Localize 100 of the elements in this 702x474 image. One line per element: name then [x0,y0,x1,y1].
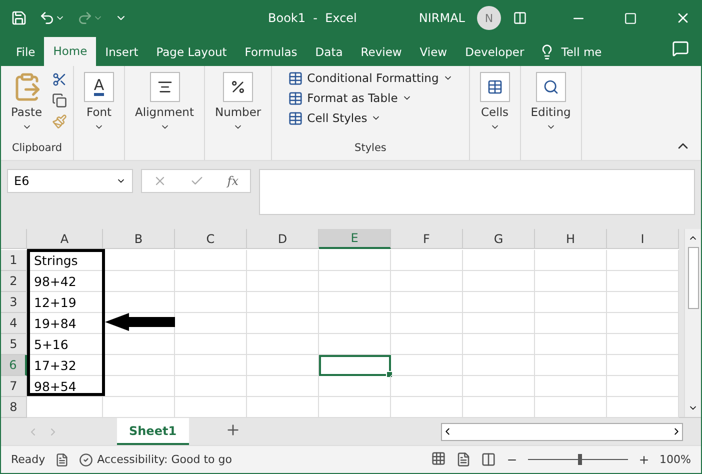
table-cell [247,292,319,314]
table-cell [463,355,535,376]
table-cell [535,334,607,356]
table-cell [391,334,463,356]
undo-icon[interactable] [39,10,65,26]
save-icon[interactable] [11,10,27,26]
group-label: Clipboard [10,142,64,156]
comments-icon[interactable] [672,40,689,58]
column-header[interactable]: E [319,229,391,250]
table-cell [247,313,319,334]
scrollbar-thumb[interactable] [688,247,698,310]
table-icon [288,70,304,86]
table-cell [103,355,175,376]
table-cell [175,313,247,334]
ribbon-group-button[interactable]: Cells [476,70,514,134]
tell-me-field[interactable]: Tell me [561,44,602,59]
normal-view-icon[interactable] [430,450,446,466]
ribbon-tab[interactable]: File [7,38,44,66]
table-cell [607,355,679,376]
column-header[interactable]: I [607,229,679,250]
table-icon [288,110,304,126]
table-cell [463,313,535,334]
table-cell [391,313,463,334]
table-cell [103,271,175,292]
name-box[interactable]: E6 [7,169,133,194]
user-name: NIRMAL [418,11,465,26]
row-header[interactable]: 5 [1,334,27,356]
table-cell [319,271,391,292]
table-cell [391,292,463,314]
ribbon-tab[interactable]: Formulas [236,38,306,66]
table-cell [607,334,679,356]
ribbon-group-button[interactable]: A Font [80,70,118,134]
ribbon-group-button[interactable]: Alignment [131,70,198,134]
table-cell [463,271,535,292]
table-cell [607,271,679,292]
zoom-thumb[interactable] [578,454,582,466]
table-icon [486,78,503,95]
table-cell [103,292,175,314]
column-header[interactable]: B [103,229,175,250]
ribbon-tab[interactable]: Review [352,38,411,66]
add-sheet-icon[interactable] [224,422,241,438]
row-header[interactable]: 2 [1,271,27,292]
scissors-icon[interactable] [52,72,68,87]
table-cell: 98+54 [27,376,103,398]
ribbon-tab[interactable]: Page Layout [147,38,236,66]
maximize-icon[interactable] [624,12,637,25]
row-header[interactable]: 8 [1,397,27,418]
column-header[interactable]: C [175,229,247,250]
zoom-in-icon[interactable] [638,454,650,466]
column-header[interactable]: H [535,229,607,250]
table-cell: 19+84 [27,313,103,334]
styles-menu-button[interactable]: Conditional Formatting [286,70,455,87]
table-cell [391,271,463,292]
row-header[interactable]: 4 [1,313,27,334]
accessibility-status[interactable]: Accessibility: Good to go [97,453,232,466]
styles-menu-button[interactable]: Cell Styles [286,110,384,127]
paste-button[interactable]: Paste [7,70,46,134]
table-cell [175,250,247,272]
row-header[interactable]: 6 [1,355,27,376]
table-cell [607,376,679,398]
ribbon-group-button[interactable]: Number [210,70,266,134]
ribbon-tab[interactable]: View [410,38,456,66]
copy-icon[interactable] [52,92,68,108]
accessibility-icon [79,452,94,467]
column-header[interactable]: G [463,229,535,250]
vertical-scrollbar[interactable] [684,229,701,418]
table-cell [535,355,607,376]
table-cell [103,376,175,398]
table-cell [607,313,679,334]
table-cell [391,250,463,272]
column-header[interactable]: F [391,229,463,250]
ribbon-tab[interactable]: Data [306,38,352,66]
ribbon-tab[interactable]: Home [44,36,96,66]
table-cell [319,250,391,272]
formula-bar-field[interactable] [259,169,695,216]
formula-buttons[interactable]: fx [141,169,251,194]
page-layout-icon[interactable] [456,452,471,468]
styles-menu-button[interactable]: Format as Table [286,90,414,107]
row-header[interactable]: 7 [1,376,27,398]
table-cell: 5+16 [27,334,103,356]
column-header[interactable]: A [27,229,103,250]
horizontal-scrollbar[interactable] [441,422,683,441]
ribbon-group-button[interactable]: Editing [526,70,575,134]
ribbon-tab[interactable]: Insert [96,38,148,66]
page-break-icon[interactable] [480,452,496,468]
table-cell [175,271,247,292]
percent-icon [230,78,246,95]
column-header[interactable]: D [247,229,319,250]
table-cell [175,376,247,398]
row-header[interactable]: 1 [1,250,27,272]
table-cell [319,292,391,314]
zoom-level[interactable]: 100% [660,453,691,466]
ribbon-tab[interactable]: Developer [456,38,534,66]
row-header[interactable]: 3 [1,292,27,314]
table-cell [463,376,535,398]
ribbon-display-icon[interactable] [513,11,527,26]
macro-icon[interactable] [55,452,70,467]
table-icon [288,90,304,106]
active-cell [319,355,391,376]
sheet-tab[interactable]: Sheet1 [117,418,189,446]
